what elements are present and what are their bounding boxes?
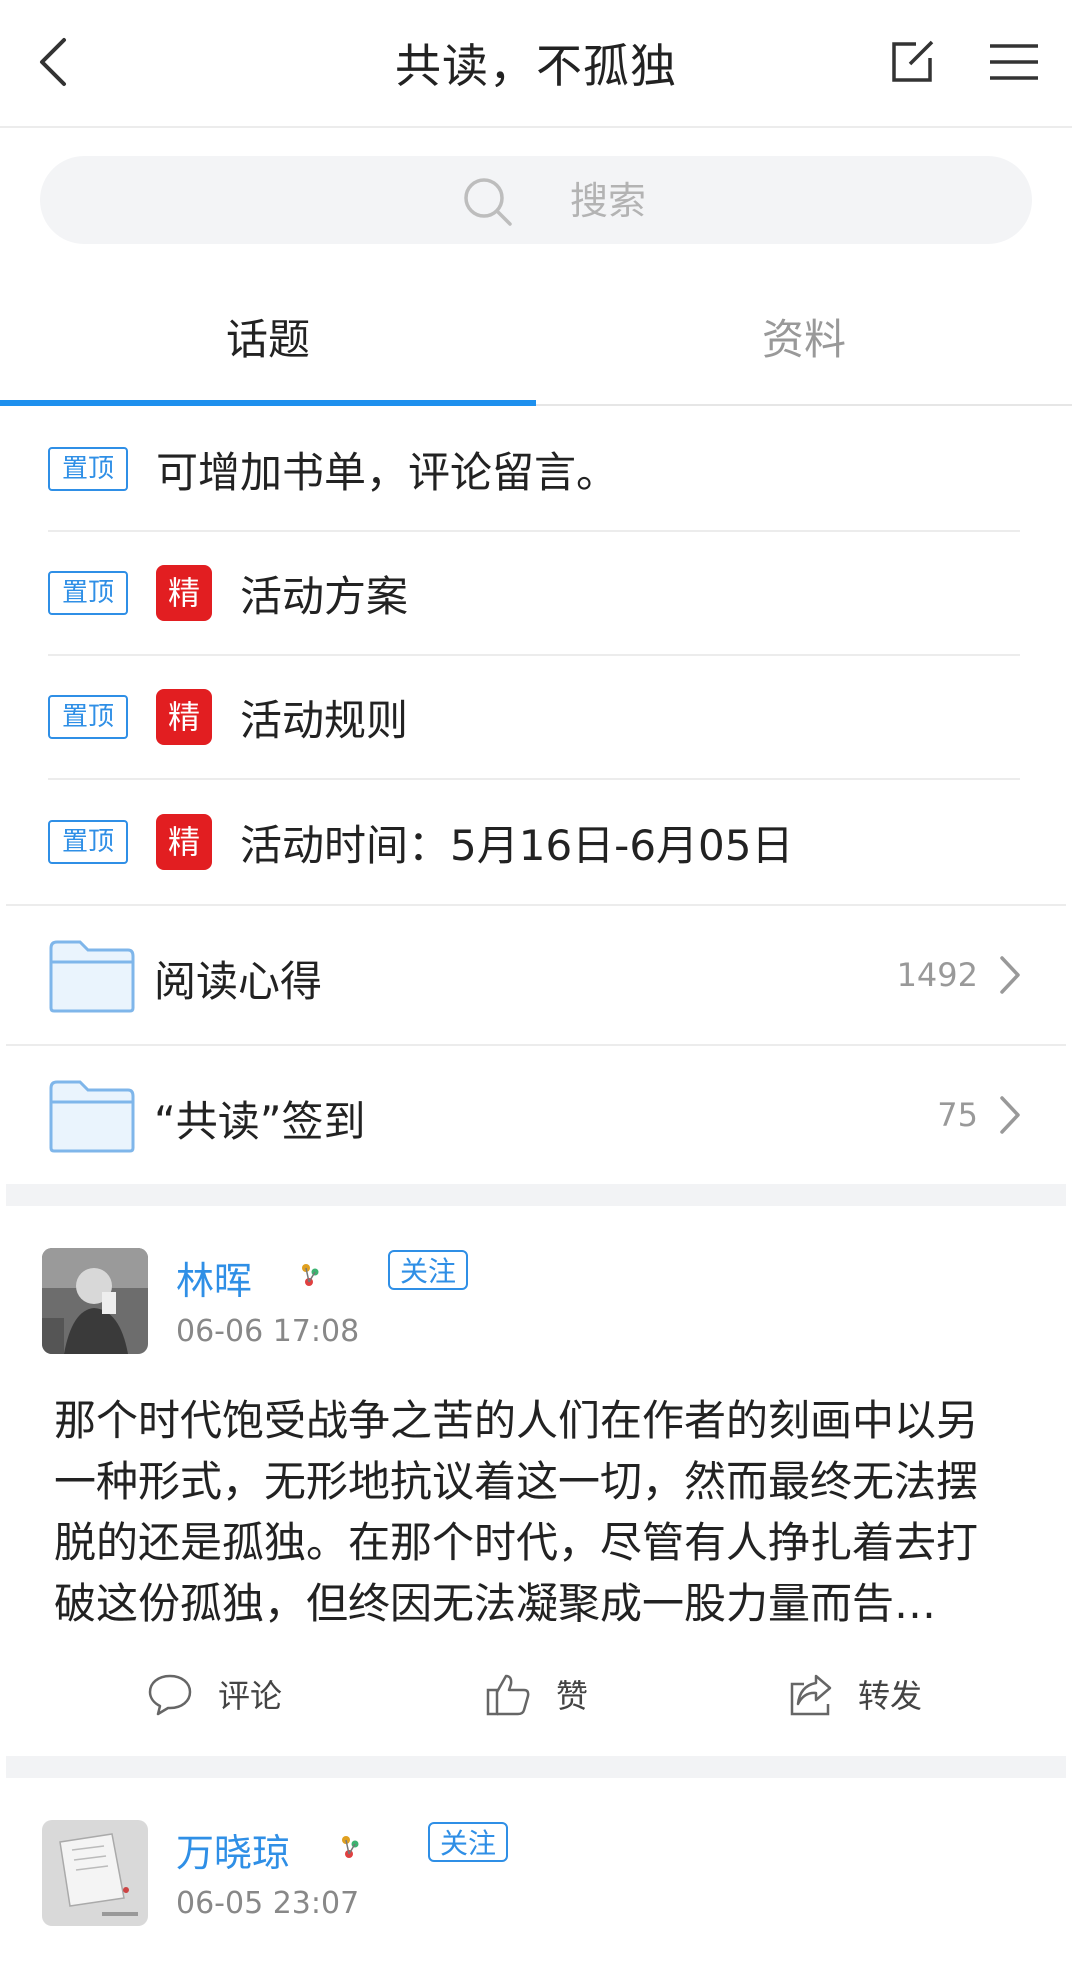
pinned-tag: 置顶: [48, 571, 129, 615]
pinned-topic-row[interactable]: 置顶 精 活动时间：5月16日-6月05日: [48, 780, 1020, 904]
pinned-tag: 置顶: [48, 447, 129, 491]
author-name[interactable]: 林晖: [176, 1250, 252, 1305]
essence-badge: 精: [156, 565, 213, 621]
member-badge-icon: [302, 1264, 319, 1286]
comment-label: 评论: [218, 1677, 283, 1715]
pinned-tag: 置顶: [48, 820, 129, 864]
pinned-topic-row[interactable]: 置顶 精 活动规则: [48, 656, 1020, 780]
essence-badge: 精: [156, 689, 213, 745]
post-time: 06-06 17:08: [176, 1314, 360, 1349]
tab-topics-label: 话题: [225, 315, 310, 364]
folder-name: 阅读心得: [154, 957, 323, 1006]
comment-icon: [148, 1674, 192, 1716]
pinned-topic-title: 可增加书单，评论留言。: [156, 447, 619, 497]
tab-topics[interactable]: 话题: [0, 290, 536, 406]
folder-name: “共读”签到: [154, 1097, 366, 1146]
section-gap: [6, 1756, 1066, 1778]
member-badge-icon: [342, 1836, 359, 1858]
comment-button[interactable]: 评论: [146, 1664, 282, 1724]
pinned-topic-row[interactable]: 置顶 精 活动方案: [48, 532, 1020, 656]
pinned-topic-title: 活动规则: [240, 695, 409, 745]
pinned-tag: 置顶: [48, 695, 129, 739]
pinned-topic-row[interactable]: 置顶 可增加书单，评论留言。: [48, 408, 1020, 532]
folder-row-reading-notes[interactable]: 阅读心得 1492: [6, 906, 1066, 1044]
like-button[interactable]: 赞: [484, 1664, 588, 1724]
post-body[interactable]: 那个时代饱受战争之苦的人们在作者的刻画中以另一种形式，无形地抗议着这一切，然而最…: [54, 1390, 1014, 1634]
tab-bar: 话题 资料: [0, 290, 1072, 406]
folder-count: 1492: [896, 956, 978, 994]
avatar[interactable]: [42, 1248, 148, 1354]
follow-button[interactable]: 关注: [388, 1250, 469, 1290]
compose-icon[interactable]: [888, 38, 936, 86]
section-gap: [6, 1184, 1066, 1206]
essence-badge: 精: [156, 814, 213, 870]
folder-row-checkin[interactable]: “共读”签到 75: [6, 1046, 1066, 1184]
author-name[interactable]: 万晓琼: [176, 1822, 290, 1877]
chevron-right-icon: [1000, 956, 1020, 994]
chevron-right-icon: [1000, 1096, 1020, 1134]
like-label: 赞: [556, 1677, 589, 1715]
tab-materials-label: 资料: [761, 315, 846, 364]
pinned-topic-title: 活动时间：5月16日-6月05日: [240, 820, 794, 870]
thumbs-up-icon: [486, 1674, 530, 1716]
folder-count: 75: [937, 1096, 978, 1134]
search-bar[interactable]: [40, 156, 1032, 244]
post-time: 06-05 23:07: [176, 1886, 360, 1921]
folder-icon: [49, 1080, 135, 1153]
search-icon: [464, 178, 512, 226]
pinned-topic-title: 活动方案: [240, 571, 409, 621]
active-tab-indicator: [0, 400, 536, 406]
search-input[interactable]: [568, 170, 872, 232]
tab-materials[interactable]: 资料: [536, 290, 1072, 404]
share-button[interactable]: 转发: [786, 1664, 922, 1724]
share-icon: [790, 1674, 832, 1716]
avatar[interactable]: [42, 1820, 148, 1926]
folder-icon: [49, 940, 135, 1013]
share-label: 转发: [858, 1677, 923, 1715]
menu-icon[interactable]: [988, 42, 1040, 82]
post-card[interactable]: 林晖 关注 06-06 17:08 那个时代饱受战争之苦的人们在作者的刻画中以另…: [0, 1206, 1072, 1756]
post-card[interactable]: 万晓琼 关注 06-05 23:07: [0, 1778, 1072, 1975]
top-bar: 共读，不孤独: [0, 0, 1072, 128]
follow-button[interactable]: 关注: [428, 1822, 509, 1862]
